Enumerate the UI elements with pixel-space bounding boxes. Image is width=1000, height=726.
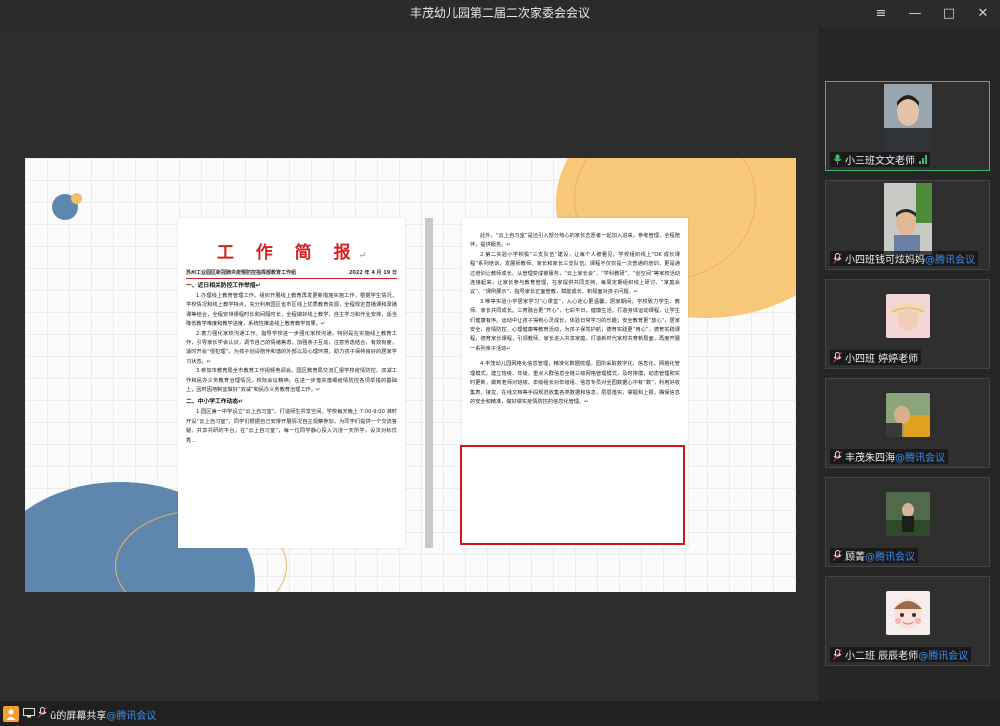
participant-suffix: @腾讯会议 xyxy=(925,255,975,266)
document-paragraph: 3.唯亭实验小学居家学习“心课堂”，入心走心更温馨。居家期间，学校致力学生、教师… xyxy=(470,298,680,352)
participant-video xyxy=(883,183,932,255)
shared-screen-stage[interactable]: 工 作 简 报↵ 苏州工业园区新冠肺炎疫情防控指挥部教育工作组 2022 年 4… xyxy=(0,27,818,701)
participant-label: 丰茂朱四海 @腾讯会议 xyxy=(830,449,948,464)
participant-name: 顾菁 xyxy=(845,552,865,563)
page-gutter xyxy=(425,218,433,548)
participant-label: 顾菁 @腾讯会议 xyxy=(830,548,918,563)
mic-muted-icon xyxy=(833,352,842,363)
participant-suffix: @腾讯会议 xyxy=(865,552,915,563)
mic-muted-icon xyxy=(38,707,47,721)
document-right-body: 此外，“云上自习室”是还引入部分热心的家长志愿者一起加入进来，参考管理，全程陪伴… xyxy=(462,218,688,407)
screen-share-suffix: @腾讯会议 xyxy=(106,710,157,722)
highlight-box xyxy=(460,445,685,545)
participant-tile[interactable]: 顾菁 @腾讯会议 xyxy=(825,477,990,567)
minimize-button[interactable]: — xyxy=(898,0,932,27)
document-paragraph: 4.丰茂幼儿园网格化信息管理，精准化数据梳理。园所采取数字化、信息化、网格化管理… xyxy=(470,361,680,405)
screen-share-icon xyxy=(23,707,35,721)
mic-muted-icon xyxy=(833,451,842,462)
participant-name: 小二班 辰辰老师 xyxy=(845,651,919,662)
menu-button[interactable]: ≡ xyxy=(864,0,898,27)
participant-avatar xyxy=(885,492,930,536)
window-title: 丰茂幼儿园第二届二次家委会会议 xyxy=(409,6,590,20)
participant-name: 丰茂朱四海 xyxy=(845,453,895,464)
document-heading: 一、近日相关防控工作举措↵ xyxy=(186,283,261,289)
mic-active-icon xyxy=(833,154,842,165)
person-icon xyxy=(3,706,19,722)
document-paragraph: 3.参加市教育局全市教育工作视频电调会。园区教育局交流汇报学校疫情防控、双减工作… xyxy=(186,368,397,394)
participant-avatar xyxy=(885,393,930,437)
audio-level-icon xyxy=(919,155,927,164)
participant-name: 小三班文文老师 xyxy=(845,156,915,167)
participant-suffix: @腾讯会议 xyxy=(895,453,945,464)
document-paragraph: 1.园区第一中学设立“云上自习室”。打造师生共享空间，学校每天晚上 7:00-9… xyxy=(186,409,397,444)
participant-tile[interactable]: 小四班 婷婷老师 xyxy=(825,279,990,369)
participant-name: 小四班钱可炫妈妈 xyxy=(845,255,925,266)
shared-slide: 工 作 简 报↵ 苏州工业园区新冠肺炎疫情防控指挥部教育工作组 2022 年 4… xyxy=(25,158,796,592)
document-paragraph: 此外，“云上自习室”是还引入部分热心的家长志愿者一起加入进来，参考管理，全程陪伴… xyxy=(470,233,680,249)
screen-share-label[interactable]: û的屏幕共享 @腾讯会议 xyxy=(3,706,156,722)
document-paragraph: 1.办理线上教育管理工作。组织开展线上教育再发更新措施实施工作，根据学生情况，学… xyxy=(186,293,397,328)
document-issuer: 苏州工业园区新冠肺炎疫情防控指挥部教育工作组 xyxy=(186,270,297,276)
document-meta: 苏州工业园区新冠肺炎疫情防控指挥部教育工作组 2022 年 4 月 19 日 xyxy=(186,269,397,279)
participant-video xyxy=(883,84,932,156)
participant-tile[interactable]: 小二班 辰辰老师 @腾讯会议 xyxy=(825,576,990,666)
screen-share-name: û的屏幕共享 xyxy=(50,710,107,722)
participant-label: 小四班 婷婷老师 xyxy=(830,350,922,365)
close-button[interactable]: ✕ xyxy=(966,0,1000,27)
document-heading: 二、中小学工作动态↵ xyxy=(186,399,244,406)
participant-label: 小二班 辰辰老师 @腾讯会议 xyxy=(830,647,972,662)
window-controls: ≡ — □ ✕ xyxy=(864,0,1000,27)
participant-avatar xyxy=(885,591,930,635)
decorative-yellow-dot xyxy=(71,193,82,204)
participant-name: 小四班 婷婷老师 xyxy=(845,354,919,365)
document-date: 2022 年 4 月 19 日 xyxy=(348,270,397,276)
participant-label: 小四班钱可炫妈妈 @腾讯会议 xyxy=(830,251,978,266)
title-bar: 丰茂幼儿园第二届二次家委会会议 ≡ — □ ✕ xyxy=(0,0,1000,27)
participant-tile[interactable]: 丰茂朱四海 @腾讯会议 xyxy=(825,378,990,468)
participant-avatar xyxy=(885,294,930,338)
participant-tile[interactable]: 小三班文文老师 xyxy=(825,81,990,171)
maximize-button[interactable]: □ xyxy=(932,0,966,27)
mic-muted-icon xyxy=(833,253,842,264)
participant-label: 小三班文文老师 xyxy=(830,152,930,167)
bottom-bar: û的屏幕共享 @腾讯会议 xyxy=(0,701,1000,726)
participant-tile[interactable]: 小四班钱可炫妈妈 @腾讯会议 xyxy=(825,180,990,270)
document-paragraph: 2.第二实验小学积极“三支队伍”建设，让每个人被看见。学校组织线上“OK 成长课… xyxy=(470,251,680,296)
mic-muted-icon xyxy=(833,550,842,561)
mic-muted-icon xyxy=(833,649,842,660)
document-page-left: 工 作 简 报↵ 苏州工业园区新冠肺炎疫情防控指挥部教育工作组 2022 年 4… xyxy=(178,218,405,548)
document-paragraph: 2.着力强化家校沟通工作。指导学校进一步强化家校沟通，特别是在实施线上教育工作，… xyxy=(186,330,397,365)
participant-suffix: @腾讯会议 xyxy=(918,651,969,662)
document-title: 工 作 简 报↵ xyxy=(216,243,367,263)
document-left-body: 一、近日相关防控工作举措↵ 1.办理线上教育管理工作。组织开展线上教育再发更新措施… xyxy=(178,281,405,446)
